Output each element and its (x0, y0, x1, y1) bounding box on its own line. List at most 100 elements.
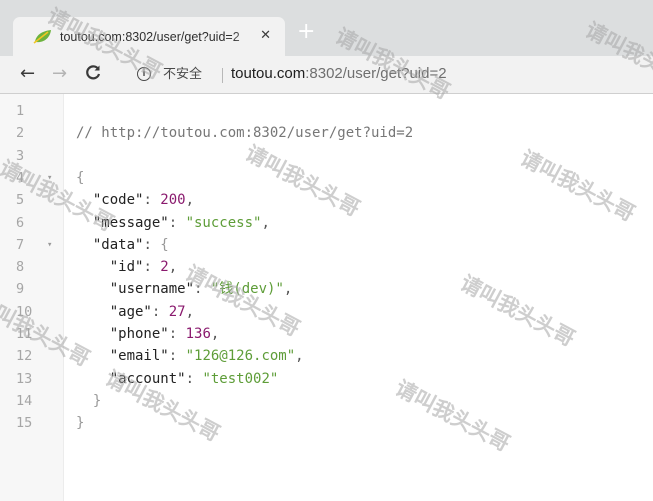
code-line: 13 "account": "test002" (0, 368, 653, 390)
info-icon[interactable]: i (137, 67, 151, 81)
line-number: 3 (16, 147, 25, 164)
forward-arrow-icon[interactable]: → (52, 64, 67, 84)
json-colon: : (143, 259, 161, 276)
json-comma: , (185, 192, 195, 209)
line-number: 8 (16, 259, 25, 276)
json-comma: , (261, 214, 270, 231)
json-brace: { (76, 169, 85, 186)
security-label[interactable]: 不安全 (163, 66, 202, 83)
line-number: 11 (16, 326, 33, 342)
fold-toggle-icon[interactable]: ▾ (47, 167, 52, 189)
code-comment: // http://toutou.com:8302/user/get?uid=2 (76, 125, 414, 142)
json-colon: : (168, 348, 186, 365)
code-text: "id": 2, (110, 256, 177, 278)
line-number: 7 (16, 236, 25, 253)
json-key: "account" (109, 370, 186, 387)
reload-arrow-icon (86, 65, 101, 80)
browser-tab[interactable]: toutou.com:8302/user/get?uid=2 ✕ (13, 17, 285, 56)
json-brace: { (160, 236, 169, 253)
json-comma: , (210, 326, 220, 342)
url-host: toutou.com (231, 65, 306, 82)
new-tab-button[interactable]: + (297, 21, 315, 43)
json-brace: } (76, 415, 85, 432)
code-line: 11 "phone": 136, (0, 323, 653, 345)
json-string: "test002" (202, 370, 279, 387)
code-line: 12 "email": "126@126.com", (0, 345, 653, 367)
code-line: 8 "id": 2, (0, 256, 653, 278)
code-line: 3 (0, 145, 653, 167)
code-line: 14} (0, 390, 653, 412)
line-number: 2 (16, 125, 25, 142)
address-divider (222, 68, 223, 83)
json-comma: , (295, 348, 304, 365)
json-key: "id" (109, 259, 144, 276)
code-line: 2 // http://toutou.com:8302/user/get?uid=… (0, 122, 653, 144)
json-comma: , (283, 281, 293, 298)
code-text: "email": "126@126.com", (110, 345, 304, 367)
json-colon: : (185, 370, 203, 387)
code-line: 7 ▾ "data": { (0, 234, 653, 256)
code-line: 5 "code": 200, (0, 189, 653, 211)
json-string: "126@126.com" (185, 348, 296, 365)
code-text: "data": { (93, 234, 169, 256)
code-text: } (93, 390, 101, 412)
line-number: 14 (16, 392, 33, 409)
code-text: "phone": 136, (110, 323, 220, 345)
code-line: 15} (0, 412, 653, 434)
json-number: 200 (160, 192, 186, 209)
code-text: } (76, 412, 84, 434)
json-key: "data" (92, 236, 144, 253)
json-key: "code" (92, 192, 144, 209)
json-key: "username" (109, 281, 195, 298)
json-key: "phone" (109, 326, 169, 342)
json-colon: : (143, 192, 161, 209)
code-line: 6 "message": "success", (0, 212, 653, 234)
json-comma: , (168, 259, 178, 276)
code-text: { (76, 167, 84, 189)
line-number: 9 (16, 281, 25, 298)
line-number: 13 (16, 370, 33, 387)
json-key: "age" (109, 303, 152, 320)
reload-icon[interactable] (84, 64, 102, 87)
json-colon: : (151, 303, 169, 320)
json-number: 136 (185, 326, 211, 342)
line-number: 15 (16, 415, 33, 432)
json-comma: , (185, 303, 195, 320)
json-brace: } (92, 392, 102, 409)
json-colon: : (168, 326, 186, 342)
json-number: 27 (168, 303, 186, 320)
code-text: "username": "钱(dev)", (110, 278, 293, 300)
code-text: // http://toutou.com:8302/user/get?uid=2 (76, 122, 413, 144)
json-string: "钱(dev)" (210, 281, 284, 298)
json-key: "email" (109, 348, 169, 365)
close-tab-icon[interactable]: ✕ (260, 28, 271, 44)
line-number: 1 (16, 103, 25, 119)
json-number: 2 (160, 259, 169, 276)
code-text: "age": 27, (110, 301, 194, 323)
line-number: 5 (16, 192, 25, 209)
spring-leaf-icon (33, 30, 51, 44)
code-text: "message": "success", (93, 212, 270, 234)
json-colon: : (194, 281, 211, 298)
code-line: 10 "age": 27, (0, 301, 653, 323)
code-text: "code": 200, (93, 189, 194, 211)
fold-toggle-icon[interactable]: ▾ (47, 234, 52, 256)
code-line: 9 "username": "钱(dev)", (0, 278, 653, 300)
json-colon: : (168, 214, 186, 231)
url-path: :8302/user/get?uid=2 (305, 65, 447, 82)
tab-title: toutou.com:8302/user/get?uid=2 (60, 29, 240, 44)
code-text: "account": "test002" (110, 368, 279, 390)
address-bar[interactable]: toutou.com:8302/user/get?uid=2 (231, 64, 447, 84)
json-string: "success" (185, 214, 262, 231)
line-number: 12 (16, 348, 33, 365)
line-number: 6 (16, 214, 25, 231)
back-arrow-icon[interactable]: ← (20, 64, 35, 84)
json-colon: : (143, 236, 161, 253)
line-number: 4 (16, 169, 25, 186)
code-line: 1 (0, 100, 653, 122)
line-number: 10 (16, 303, 33, 320)
code-line: 4 ▾ { (0, 167, 653, 189)
json-viewer: 1 2// http://toutou.com:8302/user/get?uid… (0, 94, 653, 501)
browser-titlebar: toutou.com:8302/user/get?uid=2 ✕ + (0, 0, 653, 56)
browser-toolbar: ← → i 不安全 toutou.com:8302/user/get?uid=2 (0, 56, 653, 94)
